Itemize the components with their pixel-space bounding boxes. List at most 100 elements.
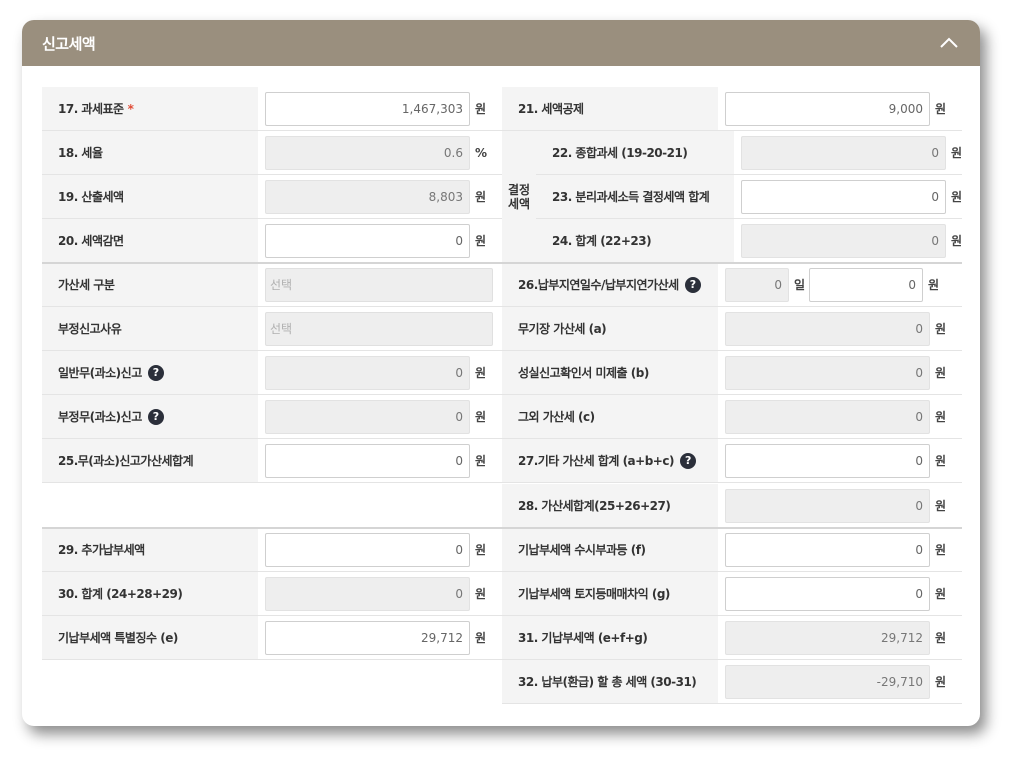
readonly-amount-field: 0.6 [265, 135, 470, 170]
field-label-text: 29. 추가납부세액 [58, 543, 145, 557]
amount-input[interactable]: 0 [265, 532, 470, 567]
right-row: 기납부세액 토지등매매차익 (g) 0 원 [502, 572, 962, 616]
left-row: 25.무(과소)신고가산세합계 0 원 [42, 439, 502, 483]
field-value: 0원 [258, 439, 502, 482]
field-value: 0원 [718, 395, 962, 438]
required-mark: * [127, 101, 134, 116]
amount-input[interactable]: 1,467,303 [265, 91, 470, 126]
unit-label: 원 [475, 587, 487, 601]
unit-label: 원 [935, 322, 947, 336]
readonly-amount-field: 0 [725, 311, 930, 346]
unit-label: % [475, 145, 488, 160]
amount-input[interactable]: 0 [725, 532, 930, 567]
field-value: 0원 [718, 307, 962, 350]
help-icon[interactable]: ? [147, 364, 164, 381]
field-value: 0원 [718, 351, 962, 394]
section-divider [42, 262, 962, 264]
field-label: 21. 세액공제 [502, 87, 718, 130]
amount-input[interactable]: 0 [725, 576, 930, 611]
right-row: 32. 납부(환급) 할 총 세액 (30-31) -29,710 원 [502, 660, 962, 704]
field-value: 0.6% [258, 131, 502, 174]
field-label-text: 그외 가산세 (c) [518, 410, 595, 424]
help-icon[interactable]: ? [147, 408, 164, 425]
left-row: 20. 세액감면 0 원 [42, 219, 502, 263]
amount-input[interactable]: 0 [740, 179, 946, 214]
field-label: 무기장 가산세 (a) [502, 307, 718, 350]
delay-penalty-input[interactable]: 0 [809, 267, 924, 302]
field-label-text: 기납부세액 토지등매매차익 (g) [518, 587, 670, 601]
amount-input[interactable]: 9,000 [725, 91, 930, 126]
field-label-text: 32. 납부(환급) 할 총 세액 (30-31) [518, 675, 697, 689]
select-field[interactable]: 선택 [265, 311, 493, 346]
amount-input[interactable]: 0 [265, 443, 470, 478]
field-label: 29. 추가납부세액 [42, 528, 258, 571]
right-row: 26.납부지연일수/납부지연가산세? 0 일 0 원 [502, 263, 962, 307]
unit-label: 원 [950, 190, 962, 204]
delay-days-field: 0 [725, 267, 789, 302]
readonly-amount-field: 0 [265, 399, 470, 434]
field-value: 29,712 원 [718, 616, 962, 659]
field-value: 0원 [258, 528, 502, 571]
unit-label: 원 [475, 366, 487, 380]
field-label-text: 부정무(과소)신고 [58, 410, 142, 424]
left-row: 부정무(과소)신고? 0 원 [42, 395, 502, 439]
right-row: 28. 가산세합계(25+26+27) 0 원 [502, 484, 962, 528]
right-row: 성실신고확인서 미제출 (b) 0 원 [502, 351, 962, 395]
unit-label: 원 [475, 102, 487, 116]
readonly-amount-field: 8,803 [265, 179, 470, 214]
readonly-amount-field: 0 [725, 355, 930, 390]
amount-input[interactable]: 0 [725, 443, 930, 478]
field-label: 31. 기납부세액 (e+f+g) [502, 616, 718, 659]
field-label: 26.납부지연일수/납부지연가산세? [502, 263, 718, 306]
field-label: 기납부세액 토지등매매차익 (g) [502, 572, 718, 615]
field-label-text: 부정신고사유 [58, 322, 122, 336]
help-icon[interactable]: ? [684, 276, 701, 293]
collapse-chevron-icon[interactable] [938, 32, 960, 54]
field-label-text: 기납부세액 특별징수 (e) [58, 631, 178, 645]
unit-label: 원 [935, 631, 947, 645]
unit-label: 원 [950, 146, 962, 160]
field-label: 22. 종합과세 (19-20-21) [536, 131, 734, 174]
field-label-text: 19. 산출세액 [58, 190, 124, 204]
right-row: 기납부세액 수시부과등 (f) 0 원 [502, 528, 962, 572]
field-label-text: 20. 세액감면 [58, 234, 124, 248]
field-label: 25.무(과소)신고가산세합계 [42, 439, 258, 482]
field-label: 그외 가산세 (c) [502, 395, 718, 438]
left-row: 17. 과세표준 * 1,467,303 원 [42, 87, 502, 131]
field-label: 성실신고확인서 미제출 (b) [502, 351, 718, 394]
field-label: 가산세 구분 [42, 263, 258, 306]
field-label-text: 26.납부지연일수/납부지연가산세 [518, 278, 679, 292]
unit-label: 원 [935, 587, 947, 601]
field-label-text: 25.무(과소)신고가산세합계 [58, 454, 194, 468]
unit-label: 원 [475, 454, 487, 468]
amount-input[interactable]: 29,712 [265, 620, 470, 655]
unit-label: 원 [935, 102, 947, 116]
field-value: 9,000 원 [718, 87, 962, 130]
field-value: 0원 [258, 351, 502, 394]
section-divider [42, 527, 962, 529]
amount-input[interactable]: 0 [265, 223, 470, 258]
field-label-text: 22. 종합과세 (19-20-21) [552, 146, 688, 160]
field-value: 0원 [734, 219, 962, 262]
field-label: 18. 세율 [42, 131, 258, 174]
field-value: 0원 [258, 395, 502, 438]
field-label-text: 일반무(과소)신고 [58, 366, 142, 380]
field-label-text: 31. 기납부세액 (e+f+g) [518, 631, 648, 645]
panel-header[interactable]: 신고세액 [22, 20, 980, 66]
right-row: 무기장 가산세 (a) 0 원 [502, 307, 962, 351]
right-row: 그외 가산세 (c) 0 원 [502, 395, 962, 439]
field-label: 28. 가산세합계(25+26+27) [502, 484, 718, 527]
help-icon[interactable]: ? [679, 452, 696, 469]
field-label: 32. 납부(환급) 할 총 세액 (30-31) [502, 660, 718, 703]
unit-label: 원 [935, 454, 947, 468]
select-field[interactable]: 선택 [265, 267, 493, 302]
field-label: 기납부세액 수시부과등 (f) [502, 528, 718, 571]
field-label-text: 18. 세율 [58, 146, 103, 160]
right-row: 31. 기납부세액 (e+f+g) 29,712 원 [502, 616, 962, 660]
field-value: 0일0원 [718, 263, 962, 306]
unit-label: 원 [935, 410, 947, 424]
readonly-amount-field: 0 [725, 399, 930, 434]
field-label: 기납부세액 특별징수 (e) [42, 616, 258, 659]
readonly-amount-field: -29,710 [725, 664, 930, 699]
field-label: 부정무(과소)신고? [42, 395, 258, 438]
